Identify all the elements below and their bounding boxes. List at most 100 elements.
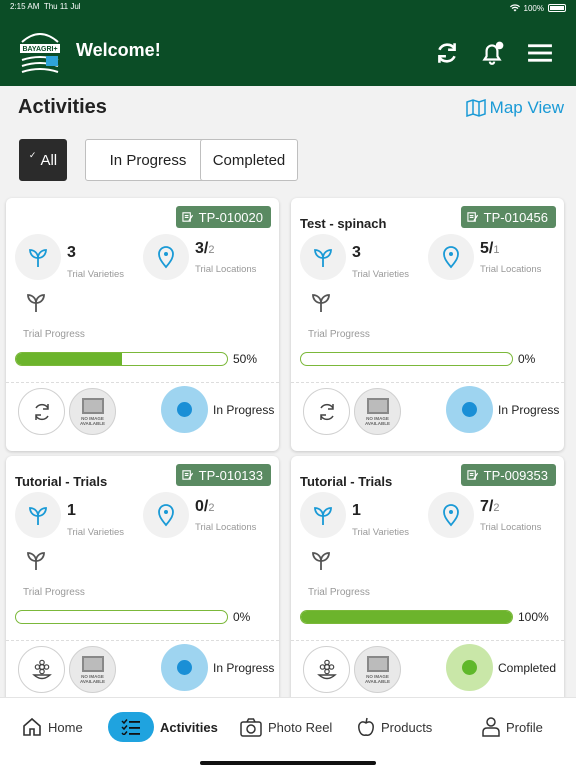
page-title: Activities: [18, 96, 107, 118]
status-indicator: [161, 644, 208, 691]
flower-icon: [31, 659, 52, 679]
map-icon: [465, 99, 486, 117]
divider: [291, 382, 564, 383]
no-image-placeholder: NO IMAGE AVAILABLE: [69, 646, 116, 693]
progress-label: Trial Progress: [308, 587, 370, 598]
status-dot: [462, 660, 477, 675]
menu-icon[interactable]: [527, 40, 553, 66]
activity-card[interactable]: Test - spinach TP-010456 3 Trial Varieti…: [291, 198, 564, 451]
locations-icon-circle: [428, 492, 474, 538]
person-icon: [482, 717, 500, 737]
nav-profile[interactable]: Profile: [482, 712, 543, 742]
notification-bell-icon[interactable]: [479, 40, 505, 66]
progress-percent: 100%: [518, 610, 549, 624]
trial-thumbnail[interactable]: [303, 388, 350, 435]
locations-icon-circle: [428, 234, 474, 280]
sprout-icon: [312, 294, 330, 312]
home-icon: [23, 717, 41, 736]
locations-label: Trial Locations: [480, 264, 542, 275]
nav-photo-reel[interactable]: Photo Reel: [240, 712, 332, 742]
trial-code-badge: TP-010133: [175, 464, 271, 486]
no-image-placeholder: NO IMAGE AVAILABLE: [354, 388, 401, 435]
image-placeholder-icon: [366, 655, 389, 672]
varieties-icon-circle: [300, 492, 346, 538]
progress-percent: 0%: [518, 352, 536, 366]
nav-label: Products: [381, 719, 433, 735]
card-title: Tutorial - Trials: [300, 474, 393, 489]
sprout-icon: [27, 294, 45, 312]
progress-fill: [16, 353, 122, 365]
nav-label: Home: [48, 719, 83, 735]
nav-label: Profile: [506, 719, 543, 735]
progress-fill: [301, 611, 512, 623]
status-indicator: [161, 386, 208, 433]
progress-bar: [15, 352, 228, 366]
edit-note-icon: [467, 212, 478, 222]
image-placeholder-icon: [81, 397, 104, 414]
locations-label: Trial Locations: [195, 264, 257, 275]
activity-card[interactable]: Tutorial - Trials TP-009353 1 Trial Vari…: [291, 456, 564, 709]
filter-in-progress[interactable]: In Progress: [85, 139, 211, 181]
trial-code-badge: TP-010020: [175, 206, 271, 228]
trial-code: TP-010456: [483, 209, 548, 225]
locations-count: 5/1: [480, 240, 500, 257]
status-dot: [177, 660, 192, 675]
no-image-text: NO IMAGE AVAILABLE: [79, 673, 106, 684]
flower-icon: [316, 659, 337, 679]
trial-thumbnail[interactable]: [18, 388, 65, 435]
nav-label: Activities: [160, 719, 218, 735]
varieties-count: 1: [352, 502, 361, 519]
locations-label: Trial Locations: [195, 522, 257, 533]
trial-code: TP-010020: [198, 209, 263, 225]
no-image-placeholder: NO IMAGE AVAILABLE: [69, 388, 116, 435]
status-label: In Progress: [213, 661, 275, 675]
activity-card[interactable]: Tutorial - Trials TP-010133 1 Trial Vari…: [6, 456, 279, 709]
divider: [291, 640, 564, 641]
varieties-label: Trial Varieties: [352, 527, 410, 538]
edit-note-icon: [467, 470, 478, 480]
varieties-icon-circle: [300, 234, 346, 280]
location-pin-icon: [158, 246, 174, 269]
card-title: Tutorial - Trials: [15, 474, 108, 489]
activity-card[interactable]: TP-010020 3 Trial Varieties 3/2 Trial Lo…: [6, 198, 279, 451]
checklist-icon: [108, 712, 154, 742]
progress-percent: 50%: [233, 352, 258, 366]
locations-label: Trial Locations: [480, 522, 542, 533]
no-image-text: NO IMAGE AVAILABLE: [364, 673, 391, 684]
sprout-icon: [29, 507, 47, 525]
filter-all[interactable]: ✓ All: [19, 139, 67, 181]
status-indicator: [446, 386, 493, 433]
nav-activities[interactable]: Activities: [108, 712, 218, 742]
locations-count: 7/2: [480, 498, 500, 515]
status-dot: [462, 402, 477, 417]
progress-label: Trial Progress: [23, 329, 85, 340]
locations-icon-circle: [143, 234, 189, 280]
status-dot: [177, 402, 192, 417]
trial-thumbnail[interactable]: [18, 646, 65, 693]
image-placeholder-icon: [366, 397, 389, 414]
no-image-text: NO IMAGE AVAILABLE: [364, 415, 391, 426]
status-label: Completed: [498, 661, 557, 675]
status-right: 100%: [509, 2, 566, 14]
sprout-icon: [312, 552, 330, 570]
locations-count: 3/2: [195, 240, 215, 257]
sprout-icon: [314, 507, 332, 525]
sync-icon: [34, 403, 49, 420]
nav-products[interactable]: Products: [357, 712, 432, 742]
bottom-nav: Home Activities Photo Reel Products Prof…: [0, 697, 576, 768]
progress-label: Trial Progress: [23, 587, 85, 598]
varieties-label: Trial Varieties: [352, 269, 410, 280]
status-time: 2:15 AM Thu 11 Jul: [10, 2, 81, 11]
trial-thumbnail[interactable]: [303, 646, 350, 693]
status-indicator: [446, 644, 493, 691]
home-indicator: [200, 761, 376, 765]
status-label: In Progress: [213, 403, 275, 417]
sync-icon[interactable]: [434, 40, 460, 66]
edit-note-icon: [182, 212, 193, 222]
nav-home[interactable]: Home: [22, 712, 83, 742]
checkmark-icon: ✓: [28, 149, 37, 160]
filter-completed[interactable]: Completed: [200, 139, 298, 181]
map-view-button[interactable]: Map View: [465, 98, 564, 118]
trial-code-badge: TP-010456: [460, 206, 556, 228]
apple-icon: [358, 717, 374, 736]
